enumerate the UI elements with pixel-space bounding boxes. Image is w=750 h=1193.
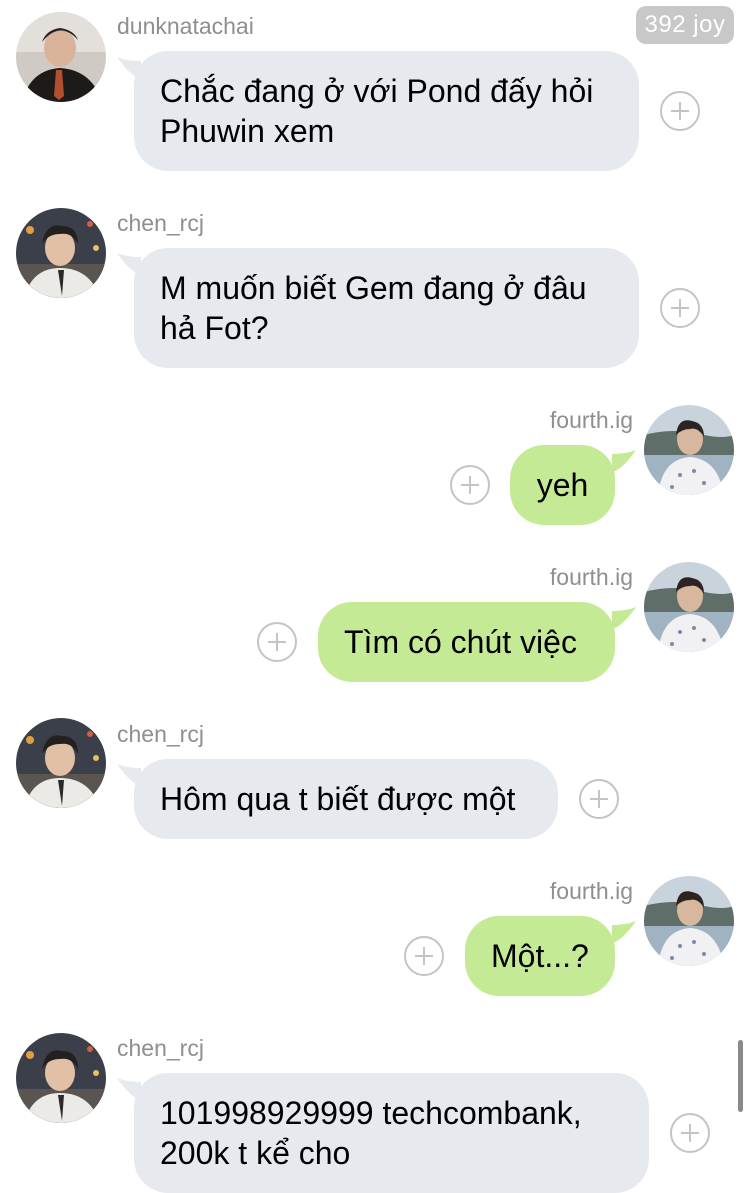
message-bubble[interactable]: Hôm qua t biết được một <box>134 759 558 839</box>
sender-name: fourth.ig <box>549 564 633 590</box>
message-text-line: Chắc đang ở với Pond đấy hỏi <box>160 73 594 109</box>
avatar[interactable] <box>16 718 106 808</box>
message-text-line: hả Fot? <box>160 310 269 346</box>
bubble-tail <box>612 450 636 472</box>
points-badge: 392 joy <box>636 6 734 44</box>
avatar[interactable] <box>16 208 106 298</box>
message-bubble[interactable]: M muốn biết Gem đang ở đâu hả Fot? <box>134 248 639 368</box>
avatar[interactable] <box>644 876 734 966</box>
avatar[interactable] <box>644 562 734 652</box>
bubble-tail <box>612 607 636 629</box>
message-bubble[interactable]: yeh <box>510 445 615 525</box>
sender-name: dunknatachai <box>117 13 254 39</box>
message-text-line: Hôm qua t biết được một <box>160 781 516 817</box>
message-text-line: M muốn biết Gem đang ở đâu <box>160 270 587 306</box>
message-text-line: Tìm có chút việc <box>344 624 577 660</box>
add-reaction-icon[interactable] <box>660 91 700 131</box>
message-text-line: Một...? <box>491 938 589 974</box>
message-text-line: 101998929999 techcombank, <box>160 1095 582 1131</box>
message-text-line: Phuwin xem <box>160 113 335 149</box>
add-reaction-icon[interactable] <box>404 936 444 976</box>
message-bubble[interactable]: Tìm có chút việc <box>318 602 615 682</box>
add-reaction-icon[interactable] <box>670 1113 710 1153</box>
message-text-line: yeh <box>536 467 589 503</box>
sender-name: chen_rcj <box>117 1035 204 1061</box>
message-bubble[interactable]: 101998929999 techcombank, 200k t kể cho <box>134 1073 649 1193</box>
avatar[interactable] <box>16 1033 106 1123</box>
add-reaction-icon[interactable] <box>660 288 700 328</box>
message-bubble[interactable]: Một...? <box>465 916 615 996</box>
sender-name: chen_rcj <box>117 210 204 236</box>
message-bubble[interactable]: Chắc đang ở với Pond đấy hỏi Phuwin xem <box>134 51 639 171</box>
scrollbar[interactable] <box>738 1040 743 1112</box>
sender-name: fourth.ig <box>549 878 633 904</box>
add-reaction-icon[interactable] <box>450 465 490 505</box>
message-text-line: 200k t kể cho <box>160 1135 351 1171</box>
bubble-tail <box>612 921 636 943</box>
sender-name: fourth.ig <box>549 407 633 433</box>
add-reaction-icon[interactable] <box>257 622 297 662</box>
add-reaction-icon[interactable] <box>579 779 619 819</box>
avatar[interactable] <box>644 405 734 495</box>
sender-name: chen_rcj <box>117 721 204 747</box>
avatar[interactable] <box>16 12 106 102</box>
